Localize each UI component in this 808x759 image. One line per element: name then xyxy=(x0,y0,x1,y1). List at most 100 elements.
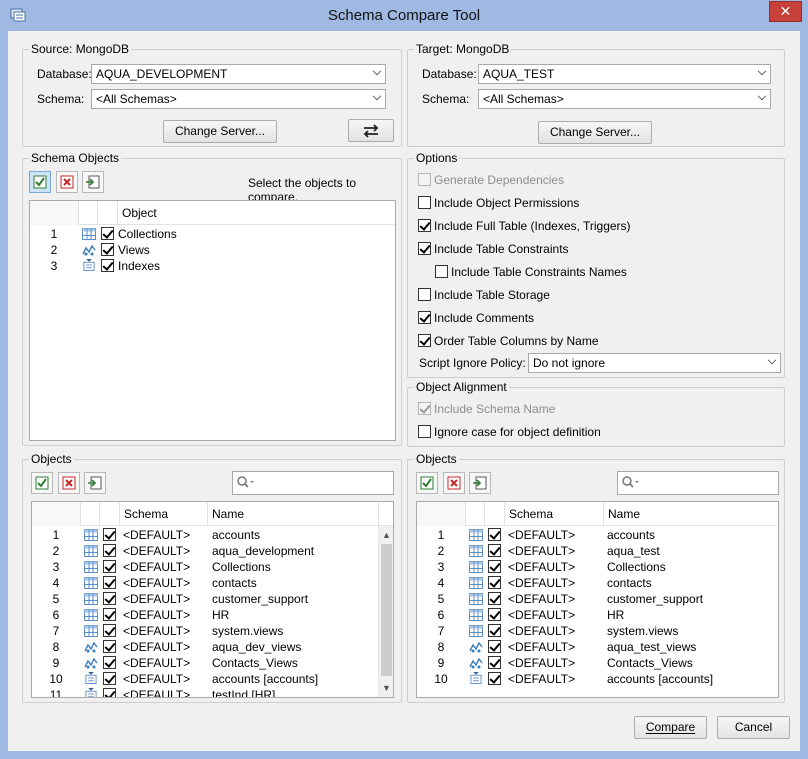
target-schema-combo[interactable]: <All Schemas> xyxy=(478,89,771,109)
table-row[interactable]: 3 <DEFAULT> Collections xyxy=(32,559,393,575)
deselect-all-button[interactable] xyxy=(58,472,80,494)
include-comments-checkbox[interactable] xyxy=(418,311,431,324)
table-row[interactable]: 8 <DEFAULT> aqua_test_views xyxy=(417,639,778,655)
row-checkbox[interactable] xyxy=(103,656,116,669)
target-change-server-button[interactable]: Change Server... xyxy=(538,121,652,144)
ignore-policy-combo[interactable]: Do not ignore xyxy=(528,353,781,373)
table-row[interactable]: 1 <DEFAULT> accounts xyxy=(417,527,778,543)
target-database-combo[interactable]: AQUA_TEST xyxy=(478,64,771,84)
row-checkbox[interactable] xyxy=(488,640,501,653)
include-schema-name-checkbox[interactable] xyxy=(418,402,431,415)
header-schema[interactable]: Schema xyxy=(505,502,604,526)
table-row[interactable]: 2 <DEFAULT> aqua_development xyxy=(32,543,393,559)
table-row[interactable]: 9 <DEFAULT> Contacts_Views xyxy=(417,655,778,671)
row-checkbox[interactable] xyxy=(103,544,116,557)
table-row[interactable]: 3 Indexes xyxy=(30,258,395,274)
deselect-all-button[interactable] xyxy=(56,171,78,193)
row-checkbox[interactable] xyxy=(488,544,501,557)
swap-button[interactable] xyxy=(348,119,394,142)
invert-selection-button[interactable] xyxy=(84,472,106,494)
table-row[interactable]: 11 <DEFAULT> testInd [HR] xyxy=(32,687,393,697)
compare-button[interactable]: Compare xyxy=(634,716,707,739)
table-row[interactable]: 7 <DEFAULT> system.views xyxy=(32,623,393,639)
schema-objects-table[interactable]: Object 1 Collections 2 Views 3 Indexes xyxy=(29,200,396,441)
row-checkbox[interactable] xyxy=(103,608,116,621)
row-checkbox[interactable] xyxy=(488,592,501,605)
row-checkbox[interactable] xyxy=(103,592,116,605)
deselect-all-button[interactable] xyxy=(443,472,465,494)
table-row[interactable]: 4 <DEFAULT> contacts xyxy=(417,575,778,591)
row-checkbox[interactable] xyxy=(488,608,501,621)
select-all-button[interactable] xyxy=(29,171,51,193)
source-change-server-button[interactable]: Change Server... xyxy=(163,120,277,143)
row-checkbox[interactable] xyxy=(101,259,114,272)
table-row[interactable]: 1 <DEFAULT> accounts xyxy=(32,527,393,543)
table-constraints-checkbox[interactable] xyxy=(418,242,431,255)
row-checkbox[interactable] xyxy=(103,640,116,653)
header-object[interactable]: Object xyxy=(118,201,395,225)
row-checkbox[interactable] xyxy=(103,688,116,697)
select-all-button[interactable] xyxy=(416,472,438,494)
generate-dependencies-checkbox[interactable] xyxy=(418,173,431,186)
select-all-button[interactable] xyxy=(31,472,53,494)
index-icon xyxy=(470,672,482,684)
row-checkbox[interactable] xyxy=(488,560,501,573)
table-row[interactable]: 10 <DEFAULT> accounts [accounts] xyxy=(32,671,393,687)
table-row[interactable]: 2 <DEFAULT> aqua_test xyxy=(417,543,778,559)
ignore-case-checkbox[interactable] xyxy=(418,425,431,438)
table-row[interactable]: 5 <DEFAULT> customer_support xyxy=(32,591,393,607)
check-all-icon xyxy=(35,476,49,490)
source-database-combo[interactable]: AQUA_DEVELOPMENT xyxy=(91,64,386,84)
table-storage-checkbox[interactable] xyxy=(418,288,431,301)
row-checkbox[interactable] xyxy=(488,528,501,541)
row-checkbox[interactable] xyxy=(488,624,501,637)
table-row[interactable]: 1 Collections xyxy=(30,226,395,242)
order-columns-checkbox[interactable] xyxy=(418,334,431,347)
object-permissions-checkbox[interactable] xyxy=(418,196,431,209)
table-row[interactable]: 8 <DEFAULT> aqua_dev_views xyxy=(32,639,393,655)
table-row[interactable]: 4 <DEFAULT> contacts xyxy=(32,575,393,591)
constraint-names-checkbox[interactable] xyxy=(435,265,448,278)
vertical-scrollbar[interactable]: ▲ ▼ xyxy=(378,526,393,697)
close-button[interactable]: ✕ xyxy=(769,1,802,22)
invert-selection-button[interactable] xyxy=(469,472,491,494)
row-schema: <DEFAULT> xyxy=(508,672,576,686)
scroll-up-arrow[interactable]: ▲ xyxy=(382,530,391,540)
title-bar[interactable]: Schema Compare Tool ✕ xyxy=(0,0,808,32)
row-name: aqua_dev_views xyxy=(212,640,302,654)
row-number: 4 xyxy=(52,576,60,590)
row-checkbox[interactable] xyxy=(103,624,116,637)
header-name[interactable]: Name xyxy=(208,502,379,526)
row-checkbox[interactable] xyxy=(103,528,116,541)
scroll-down-arrow[interactable]: ▼ xyxy=(382,683,391,693)
row-checkbox[interactable] xyxy=(101,227,114,240)
source-search-input[interactable] xyxy=(232,471,394,495)
scroll-thumb[interactable] xyxy=(381,544,392,676)
full-table-checkbox[interactable] xyxy=(418,219,431,232)
table-row[interactable]: 6 <DEFAULT> HR xyxy=(417,607,778,623)
header-name[interactable]: Name xyxy=(604,502,778,526)
row-checkbox[interactable] xyxy=(103,560,116,573)
source-schema-combo[interactable]: <All Schemas> xyxy=(91,89,386,109)
cancel-button[interactable]: Cancel xyxy=(717,716,790,739)
row-checkbox[interactable] xyxy=(103,576,116,589)
header-schema[interactable]: Schema xyxy=(120,502,208,526)
target-objects-table[interactable]: Schema Name 1 <DEFAULT> accounts 2 <DEFAULT>… xyxy=(416,501,779,698)
target-search-input[interactable] xyxy=(617,471,779,495)
table-row[interactable]: 6 <DEFAULT> HR xyxy=(32,607,393,623)
row-checkbox[interactable] xyxy=(103,672,116,685)
table-row[interactable]: 3 <DEFAULT> Collections xyxy=(417,559,778,575)
table-row[interactable]: 5 <DEFAULT> customer_support xyxy=(417,591,778,607)
row-checkbox[interactable] xyxy=(488,672,501,685)
table-row[interactable]: 2 Views xyxy=(30,242,395,258)
source-objects-title: Objects xyxy=(29,452,74,466)
row-checkbox[interactable] xyxy=(488,656,501,669)
table-row[interactable]: 9 <DEFAULT> Contacts_Views xyxy=(32,655,393,671)
row-schema: <DEFAULT> xyxy=(508,576,576,590)
source-objects-table[interactable]: Schema Name 1 <DEFAULT> accounts 2 <DEFAULT>… xyxy=(31,501,394,698)
invert-selection-button[interactable] xyxy=(82,171,104,193)
row-checkbox[interactable] xyxy=(488,576,501,589)
table-row[interactable]: 10 <DEFAULT> accounts [accounts] xyxy=(417,671,778,687)
table-row[interactable]: 7 <DEFAULT> system.views xyxy=(417,623,778,639)
row-checkbox[interactable] xyxy=(101,243,114,256)
